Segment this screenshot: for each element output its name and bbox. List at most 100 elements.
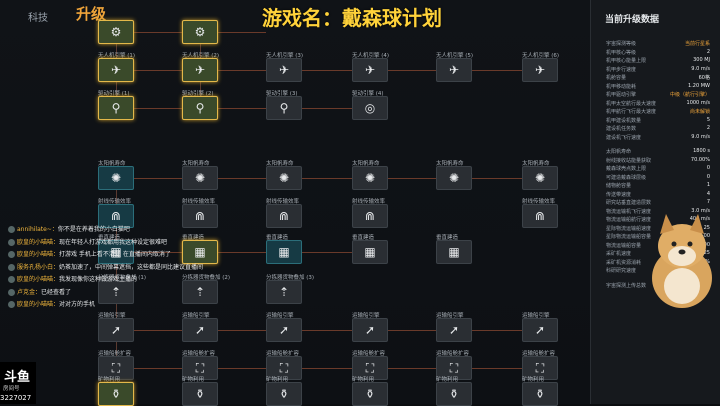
tech-node-icon: ➚ (534, 323, 546, 337)
tech-node[interactable]: ✈ (182, 58, 218, 82)
chat-text: 你不是在养着我的小白猫吧 (57, 226, 130, 233)
tech-node[interactable]: ⇡ (182, 280, 218, 304)
tab-tech[interactable]: 科技 (28, 9, 48, 24)
tech-node[interactable]: ✈ (436, 58, 472, 82)
chat-text: 已经查看了 (41, 288, 72, 296)
tech-node[interactable]: ⚱ (522, 382, 558, 406)
tech-node[interactable]: ✈ (352, 58, 388, 82)
tech-node[interactable]: ⚱ (266, 382, 302, 406)
tech-node[interactable]: ⚙ (98, 20, 134, 44)
tech-node[interactable]: ✈ (522, 58, 558, 82)
tech-node[interactable]: ✈ (98, 58, 134, 82)
panel-row-key: 太阳帆寿命 (606, 149, 632, 155)
tech-node[interactable]: ➚ (352, 318, 388, 342)
tech-node[interactable]: ⋒ (522, 204, 558, 228)
tech-node[interactable]: ▦ (436, 240, 472, 264)
chat-message: 欧皇的小喵喵：我发现像你这种做游戏主播的 (8, 274, 137, 283)
chat-avatar (8, 238, 15, 246)
chat-avatar (8, 226, 15, 233)
tech-node[interactable]: ✺ (522, 166, 558, 190)
tech-node-icon: ▦ (364, 245, 376, 259)
panel-row: 可建造戴森球层级 0 (606, 174, 710, 181)
connector-line (388, 178, 436, 179)
tech-node[interactable]: ✺ (182, 166, 218, 190)
panel-row-key: 机甲航行飞行最大速度 (606, 109, 657, 115)
panel-row-value: 2 (706, 125, 710, 131)
tech-node[interactable]: ➚ (266, 318, 302, 342)
tech-node[interactable]: ▦ (352, 240, 388, 264)
panel-row-key: 机甲核心等级 (606, 49, 637, 56)
tech-node[interactable]: ➚ (522, 318, 558, 342)
room-number: 3227027 (0, 394, 32, 402)
tech-node-icon: ▦ (448, 245, 460, 259)
chat-text: 现在年轻人打游戏都用我这种设定很难吧 (59, 238, 168, 246)
tech-node-icon: ⚱ (110, 387, 122, 401)
tech-node[interactable]: ✺ (266, 166, 302, 190)
connector-line (218, 32, 266, 33)
panel-row-value: 9.0 m/s (691, 133, 710, 140)
tech-node[interactable]: ⚱ (182, 382, 218, 406)
connector-line (302, 70, 352, 71)
panel-row-key: 星际物流运输船速度 (606, 225, 652, 232)
chat-avatar (8, 251, 15, 258)
tech-node-icon: ⛶ (449, 360, 459, 375)
connector-line (472, 178, 522, 179)
tech-node[interactable]: ⚱ (436, 382, 472, 406)
panel-row-value: 0 (706, 173, 710, 180)
connector-line (134, 32, 182, 33)
panel-row: 射线接收站能量获取 70.00% (606, 157, 710, 164)
chat-username: 服务孔杨小白： (17, 263, 60, 271)
panel-row: 建设机任务数 2 (606, 125, 710, 132)
panel-row-value: 中级（航行引擎） (669, 92, 710, 98)
tech-node-icon: ✺ (194, 171, 206, 185)
tech-node[interactable]: ✺ (98, 166, 134, 190)
panel-row-value: 7 (706, 199, 710, 205)
panel-row-key: 采矿机速度 (606, 251, 632, 257)
connector-line (388, 330, 436, 331)
tech-node[interactable]: ⚙ (182, 20, 218, 44)
tech-node-icon: ➚ (194, 323, 206, 337)
tech-node[interactable]: ✺ (352, 166, 388, 190)
tech-node[interactable]: ⚲ (182, 96, 218, 120)
connector-line (472, 330, 522, 331)
connector-line (302, 330, 352, 331)
tech-node[interactable]: ▦ (266, 240, 302, 264)
panel-row: 机甲移动能耗 1.20 MW (606, 83, 710, 90)
chat-message: 服务孔杨小白：奶茶加速了，中间弹幕遮挡，这些都是同比建议直播间 (8, 262, 203, 271)
tech-node[interactable]: ⋒ (352, 204, 388, 228)
panel-row-key: 采矿机资源消耗 (606, 259, 642, 266)
tech-node[interactable]: ➚ (182, 318, 218, 342)
tech-node[interactable]: ➚ (98, 318, 134, 342)
chat-text: 奶茶加速了，中间弹幕遮挡，这些都是同比建议直播间 (59, 263, 204, 271)
connector-line (388, 368, 436, 369)
tech-node[interactable]: ⇡ (98, 280, 134, 304)
chat-username: 欧皇的小喵喵： (17, 276, 60, 283)
panel-row-key: 机甲核心能量上限 (606, 58, 647, 64)
tech-node[interactable]: ⋒ (266, 204, 302, 228)
panel-row-value: 70.00% (690, 156, 710, 163)
panel-row-value: 9.0 m/s (691, 65, 710, 72)
tech-node[interactable]: ▦ (182, 240, 218, 264)
tech-node-icon: ⇡ (110, 285, 122, 299)
chat-avatar (8, 288, 15, 296)
tech-node[interactable]: ⚱ (98, 382, 134, 406)
connector-line (218, 368, 266, 369)
tech-node[interactable]: ⇡ (266, 280, 302, 304)
tech-node[interactable]: ◎ (352, 96, 388, 120)
tech-node[interactable]: ⚲ (98, 96, 134, 120)
tech-node-icon: ⛶ (111, 360, 121, 375)
panel-row-key: 宇宙探测等级 (606, 41, 637, 47)
chat-avatar (8, 263, 15, 271)
tech-node[interactable]: ⋒ (182, 204, 218, 228)
tech-node-icon: ▦ (194, 245, 206, 259)
tech-node-icon: ▦ (278, 245, 290, 259)
tech-node[interactable]: ✺ (436, 166, 472, 190)
panel-row-value: 0 (706, 165, 710, 171)
tech-node[interactable]: ⚲ (266, 96, 302, 120)
tech-node-icon: ⛶ (365, 360, 375, 375)
tech-node[interactable]: ➚ (436, 318, 472, 342)
tech-node[interactable]: ⚱ (352, 382, 388, 406)
tech-node[interactable]: ✈ (266, 58, 302, 82)
tech-node-icon: ✺ (110, 171, 122, 185)
connector-line (218, 252, 266, 253)
